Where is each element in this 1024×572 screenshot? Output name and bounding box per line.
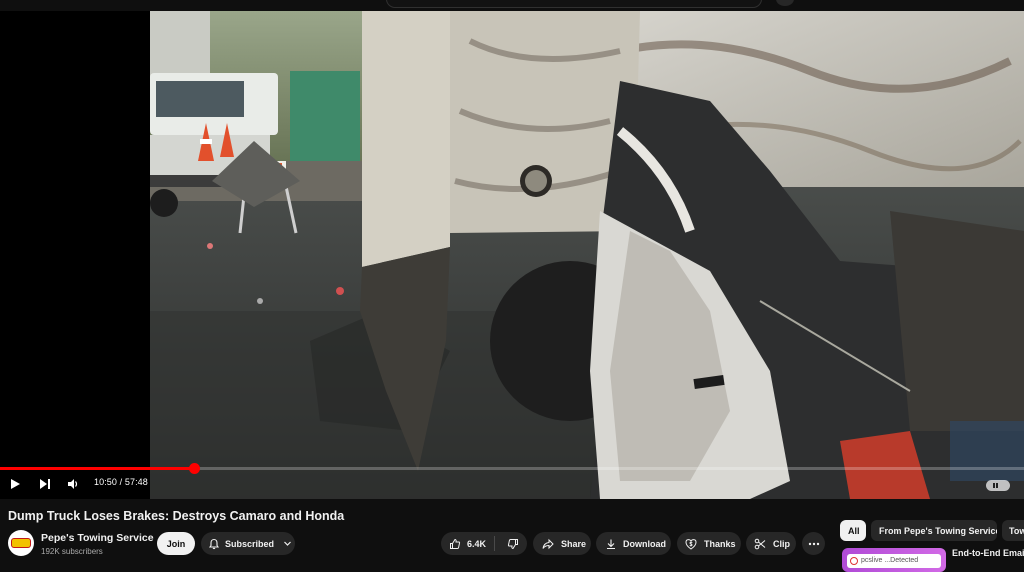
ad-card-text: pcslive ...Detected (847, 554, 941, 568)
thanks-button[interactable]: Thanks (677, 532, 741, 555)
chip-from-channel[interactable]: From Pepe's Towing Service (871, 520, 997, 541)
thanks-label: Thanks (704, 538, 736, 549)
progress-scrubber[interactable] (188, 463, 200, 474)
video-frame[interactable] (150, 11, 1024, 499)
share-label: Share (561, 538, 587, 549)
chevron-down-icon (284, 541, 291, 546)
subscriber-count: 192K subscribers (41, 547, 103, 556)
like-button[interactable]: 6.4K (441, 532, 499, 555)
share-button[interactable]: Share (533, 532, 591, 555)
subscribed-button[interactable]: Subscribed (201, 532, 295, 555)
top-bar (0, 0, 1024, 11)
thumbs-up-icon (450, 538, 461, 549)
download-button[interactable]: Download (596, 532, 671, 555)
progress-fill (0, 467, 194, 470)
more-actions-button[interactable] (802, 532, 825, 555)
dollar-heart-icon (685, 538, 697, 550)
ad-thumbnail[interactable]: pcslive ...Detected (842, 548, 946, 572)
autoplay-toggle[interactable] (986, 480, 1010, 491)
like-dislike-group: 6.4K (441, 532, 527, 555)
time-separator: / (119, 477, 123, 487)
channel-avatar[interactable] (8, 530, 34, 556)
channel-name[interactable]: Pepe's Towing Service (41, 532, 154, 544)
channel-logo-icon (11, 538, 31, 548)
chip-all[interactable]: All (840, 520, 866, 541)
bell-icon (208, 538, 220, 549)
dislike-button[interactable] (499, 532, 527, 555)
video-title: Dump Truck Loses Brakes: Destroys Camaro… (8, 509, 345, 523)
scissors-icon (754, 538, 766, 549)
like-divider (494, 536, 495, 551)
join-label: Join (166, 538, 186, 549)
voice-search-icon[interactable] (776, 0, 794, 6)
more-horizontal-icon (808, 542, 819, 545)
like-count: 6.4K (467, 538, 487, 549)
search-bar[interactable] (386, 0, 762, 8)
current-time: 10:50 (94, 477, 118, 487)
subscribed-label: Subscribed (225, 538, 275, 549)
chip-truncated[interactable]: Tow (1002, 520, 1024, 541)
time-display: 10:50 / 57:48 (94, 477, 148, 487)
video-player[interactable]: 10:50 / 57:48 (0, 11, 1024, 499)
duration: 57:48 (124, 477, 148, 487)
next-icon[interactable] (38, 477, 52, 491)
download-label: Download (623, 538, 666, 549)
clip-label: Clip (773, 538, 790, 549)
clip-button[interactable]: Clip (746, 532, 796, 555)
download-icon (607, 539, 615, 549)
share-arrow-icon (542, 538, 554, 549)
volume-icon[interactable] (66, 477, 80, 491)
ad-title[interactable]: End-to-End Email I (952, 548, 1024, 558)
join-button[interactable]: Join (157, 532, 195, 555)
thumbs-down-icon (507, 538, 518, 549)
play-icon[interactable] (8, 477, 22, 491)
